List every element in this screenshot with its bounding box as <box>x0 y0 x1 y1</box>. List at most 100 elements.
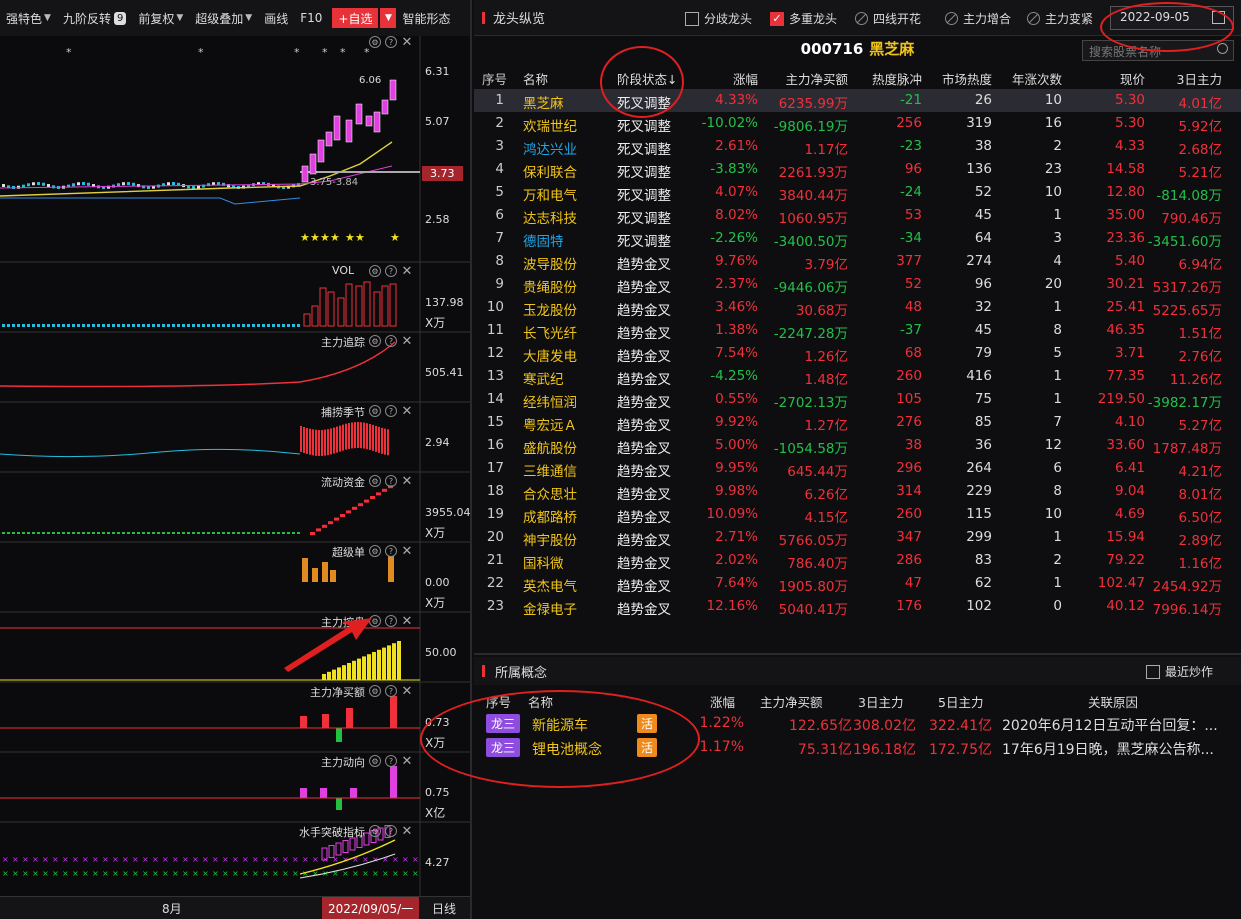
table-row[interactable]: 2 欢瑞世纪 死叉调整 -10.02% -9806.19万 256 319 16 5.30 5.9… <box>474 112 1241 135</box>
option-main-increase[interactable]: 主力增合 <box>945 10 1011 27</box>
col-header[interactable]: 关联原因 <box>1088 692 1138 711</box>
col-header[interactable]: 3日主力 <box>858 692 903 711</box>
panel-controls[interactable]: ⚙? ✕ <box>369 824 413 839</box>
col-header[interactable]: 涨幅 <box>710 692 735 711</box>
table-row[interactable]: 19 成都路桥 趋势金叉 10.09% 4.15亿 260 115 10 4.69 6.50亿 <box>474 503 1241 526</box>
close-icon[interactable]: ✕ <box>401 614 413 629</box>
panel-controls[interactable]: ⚙? ✕ <box>369 404 413 419</box>
stock-name-cell[interactable]: 国科微 <box>523 552 564 572</box>
option-divergence-leader[interactable]: 分歧龙头 <box>685 10 752 27</box>
checkbox[interactable] <box>685 11 699 26</box>
settings-icon[interactable]: ⚙ <box>369 335 381 347</box>
stock-name-cell[interactable]: 长飞光纤 <box>523 322 577 342</box>
help-icon[interactable]: ? <box>385 335 397 347</box>
table-row[interactable]: 14 经纬恒润 趋势金叉 0.55% -2702.13万 105 75 1 219.50 -398… <box>474 388 1241 411</box>
stock-name-cell[interactable]: 德固特 <box>523 230 564 250</box>
table-row[interactable]: 10 玉龙股份 趋势金叉 3.46% 30.68万 48 32 1 25.41 5225.65万 <box>474 296 1241 319</box>
col-header[interactable]: 热度脉冲 <box>850 69 922 88</box>
col-header[interactable]: 5日主力 <box>938 692 983 711</box>
stock-name-cell[interactable]: 神宇股份 <box>523 529 577 549</box>
col-header[interactable]: 涨幅 <box>682 69 758 88</box>
settings-icon[interactable]: ⚙ <box>369 475 381 487</box>
close-icon[interactable]: ✕ <box>401 544 413 559</box>
stock-name-cell[interactable]: 金禄电子 <box>523 598 577 618</box>
close-icon[interactable]: ✕ <box>401 824 413 839</box>
table-row[interactable]: 4 保利联合 死叉调整 -3.83% 2261.93万 96 136 23 14.58 5.21亿 <box>474 158 1241 181</box>
help-icon[interactable]: ? <box>385 545 397 557</box>
panel-controls[interactable]: ⚙? ✕ <box>369 684 413 699</box>
col-header[interactable]: 3日主力 <box>1145 69 1222 88</box>
period-selector[interactable]: 日线 <box>432 900 456 917</box>
settings-icon[interactable]: ⚙ <box>369 825 381 837</box>
stock-name-cell[interactable]: 粤宏远Ａ <box>523 414 577 434</box>
col-header[interactable]: 现价 <box>1062 69 1145 88</box>
toolbar-nine-step[interactable]: 九阶反转 9 <box>57 0 132 36</box>
help-icon[interactable]: ? <box>385 265 397 277</box>
toolbar-smart-pattern[interactable]: 智能形态 <box>396 0 456 36</box>
add-watchlist-button[interactable]: +自选 <box>332 8 379 28</box>
panel-controls[interactable]: ⚙? ✕ <box>369 334 413 349</box>
stock-name-cell[interactable]: 成都路桥 <box>523 506 577 526</box>
col-header[interactable]: 年涨次数 <box>992 69 1062 88</box>
stock-name-cell[interactable]: 波导股份 <box>523 253 577 273</box>
toolbar-overlay-menu[interactable]: 超级叠加 ▼ <box>189 0 258 36</box>
stock-name-cell[interactable]: 玉龙股份 <box>523 299 577 319</box>
stock-name-cell[interactable]: 三维通信 <box>523 460 577 480</box>
table-row[interactable]: 7 德固特 死叉调整 -2.26% -3400.50万 -34 64 3 23.36 -3451.… <box>474 227 1241 250</box>
stock-name-cell[interactable]: 盛航股份 <box>523 437 577 457</box>
panel-controls[interactable]: ⚙? ✕ <box>369 474 413 489</box>
help-icon[interactable]: ? <box>385 475 397 487</box>
option-four-line[interactable]: 四线开花 <box>855 10 921 27</box>
table-row[interactable]: 3 鸿达兴业 死叉调整 2.61% 1.17亿 -23 38 2 4.33 2.68亿 <box>474 135 1241 158</box>
help-icon[interactable]: ? <box>385 615 397 627</box>
table-row[interactable]: 11 长飞光纤 趋势金叉 1.38% -2247.28万 -37 45 8 46.35 1.51亿 <box>474 319 1241 342</box>
stock-name-cell[interactable]: 大唐发电 <box>523 345 577 365</box>
table-row[interactable]: 22 英杰电气 趋势金叉 7.64% 1905.80万 47 62 1 102.47 2454.9… <box>474 572 1241 595</box>
settings-icon[interactable]: ⚙ <box>369 265 381 277</box>
settings-icon[interactable]: ⚙ <box>369 405 381 417</box>
stock-name-cell[interactable]: 保利联合 <box>523 161 577 181</box>
stock-name-cell[interactable]: 万和电气 <box>523 184 577 204</box>
close-icon[interactable]: ✕ <box>401 754 413 769</box>
checkbox[interactable] <box>1146 664 1160 679</box>
settings-icon[interactable]: ⚙ <box>369 545 381 557</box>
stock-name-cell[interactable]: 黑芝麻 <box>523 92 564 112</box>
close-icon[interactable]: ✕ <box>401 474 413 489</box>
close-icon[interactable]: ✕ <box>401 334 413 349</box>
stock-name-cell[interactable]: 经纬恒润 <box>523 391 577 411</box>
option-main-tighten[interactable]: 主力变紧 <box>1027 10 1093 27</box>
table-row[interactable]: 21 国科微 趋势金叉 2.02% 786.40万 286 83 2 79.22 1.16亿 <box>474 549 1241 572</box>
option-multi-leader[interactable]: ✓ 多重龙头 <box>770 10 837 27</box>
table-row[interactable]: 18 合众思壮 趋势金叉 9.98% 6.26亿 314 229 8 9.04 8.01亿 <box>474 480 1241 503</box>
col-header[interactable]: 市场热度 <box>922 69 992 88</box>
table-row[interactable]: 12 大唐发电 趋势金叉 7.54% 1.26亿 68 79 5 3.71 2.76亿 <box>474 342 1241 365</box>
add-watchlist-dropdown[interactable]: ▼ <box>380 8 397 28</box>
help-icon[interactable]: ? <box>385 685 397 697</box>
checkbox-checked[interactable]: ✓ <box>770 11 784 26</box>
col-header[interactable]: 序号 <box>482 69 507 88</box>
close-icon[interactable]: ✕ <box>401 404 413 419</box>
table-row[interactable]: 17 三维通信 趋势金叉 9.95% 645.44万 296 264 6 6.41 4.21亿 <box>474 457 1241 480</box>
settings-icon[interactable]: ⚙ <box>369 685 381 697</box>
table-row[interactable]: 1 黑芝麻 死叉调整 4.33% 6235.99万 -21 26 10 5.30 4.01亿 <box>474 89 1241 112</box>
table-row[interactable]: 20 神宇股份 趋势金叉 2.71% 5766.05万 347 299 1 15.94 2.89亿 <box>474 526 1241 549</box>
toolbar-feature-menu[interactable]: 强特色 ▼ <box>0 0 57 36</box>
help-icon[interactable]: ? <box>385 755 397 767</box>
table-row[interactable]: 15 粤宏远Ａ 趋势金叉 9.92% 1.27亿 276 85 7 4.10 5.27亿 <box>474 411 1241 434</box>
stock-name-cell[interactable]: 寒武纪 <box>523 368 564 388</box>
stock-name-cell[interactable]: 贵绳股份 <box>523 276 577 296</box>
col-header[interactable]: 主力净买额 <box>758 69 848 88</box>
col-header[interactable]: 名称 <box>523 69 548 88</box>
close-icon[interactable]: ✕ <box>401 264 413 279</box>
table-row[interactable]: 13 寒武纪 趋势金叉 -4.25% 1.48亿 260 416 1 77.35 11.26亿 <box>474 365 1241 388</box>
panel-controls[interactable]: ⚙? ✕ <box>369 544 413 559</box>
help-icon[interactable]: ? <box>385 825 397 837</box>
table-row[interactable]: 5 万和电气 死叉调整 4.07% 3840.44万 -24 52 10 12.80 -814.0… <box>474 181 1241 204</box>
panel-controls[interactable]: ⚙? ✕ <box>369 35 413 50</box>
help-icon[interactable]: ? <box>385 405 397 417</box>
table-row[interactable]: 9 贵绳股份 趋势金叉 2.37% -9446.06万 52 96 20 30.21 5317.2… <box>474 273 1241 296</box>
stock-name-cell[interactable]: 英杰电气 <box>523 575 577 595</box>
panel-controls[interactable]: ⚙? ✕ <box>369 264 413 279</box>
table-row[interactable]: 16 盛航股份 趋势金叉 5.00% -1054.58万 38 36 12 33.60 1787.… <box>474 434 1241 457</box>
panel-controls[interactable]: ⚙? ✕ <box>369 754 413 769</box>
